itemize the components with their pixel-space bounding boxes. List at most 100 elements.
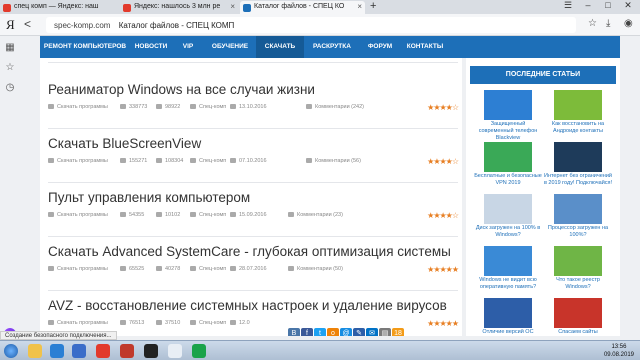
browser-tab[interactable]: спец комп — Яндекс: наш [0, 1, 118, 14]
yandex-logo-icon[interactable]: Я [6, 17, 15, 33]
history-icon[interactable]: ◷ [4, 82, 16, 94]
email-share-icon[interactable]: ✉ [366, 328, 378, 336]
article-thumbnail[interactable] [554, 194, 602, 224]
nav-item-download[interactable]: СКАЧАТЬ [256, 36, 304, 58]
article-thumbnail-caption[interactable]: Отличие версий ОС [473, 329, 543, 336]
address-bar: Я < spec-komp.com Каталог файлов - СПЕЦ … [0, 14, 640, 36]
article-thumbnail[interactable] [554, 298, 602, 328]
list-item: Скачать Advanced SystemCare - глубокая о… [48, 244, 459, 276]
odnoklassniki-share-icon[interactable]: о [327, 328, 339, 336]
pdf-icon[interactable] [120, 344, 134, 358]
article-thumbnail-caption[interactable]: Что такое реестр Windows? [543, 277, 613, 291]
share-counter: 18 [392, 328, 404, 336]
author-icon [190, 104, 196, 110]
comments-link[interactable]: Комментарии (242) [315, 104, 364, 110]
nav-item-promotion[interactable]: РАСКРУТКА [304, 36, 360, 58]
article-thumbnail-caption[interactable]: Диск загружен на 100% в Windows? [473, 225, 543, 239]
bookmarks-icon[interactable]: ☆ [4, 62, 16, 74]
livejournal-share-icon[interactable]: ✎ [353, 328, 365, 336]
minimize-icon[interactable]: – [580, 0, 596, 10]
print-share-icon[interactable]: ▤ [379, 328, 391, 336]
url-domain: spec-komp.com [54, 21, 111, 30]
rating-stars[interactable]: ★★★★★ [427, 265, 459, 274]
mailru-share-icon[interactable]: @ [340, 328, 352, 336]
folder-icon [48, 212, 54, 218]
bookmark-star-icon[interactable]: ☆ [588, 18, 597, 29]
article-title-link[interactable]: Скачать Advanced SystemCare - глубокая о… [48, 244, 458, 259]
category-link[interactable]: Скачать программы [57, 266, 108, 272]
grid-icon[interactable]: ▦ [4, 42, 16, 54]
article-title-link[interactable]: Реаниматор Windows на все случаи жизни [48, 82, 458, 97]
rating-stars[interactable]: ★★★★☆ [427, 157, 459, 166]
browser-tab[interactable]: Яндекс: нашлось 3 млн ре × [120, 1, 238, 14]
media-icon[interactable] [72, 344, 86, 358]
system-clock[interactable]: 13:56 09.08.2019 [604, 343, 634, 359]
status-bar: Создание безопасного подключения... [0, 331, 117, 340]
nav-item-news[interactable]: НОВОСТИ [130, 36, 172, 58]
comment-icon [306, 104, 312, 110]
comments-link[interactable]: Комментарии (56) [315, 158, 361, 164]
maximize-icon[interactable]: □ [600, 0, 616, 10]
article-thumbnail-caption[interactable]: Windows не видит всю оперативную память? [473, 277, 543, 291]
new-tab-button[interactable]: + [370, 0, 376, 12]
article-title-link[interactable]: Скачать BlueScreenView [48, 136, 458, 151]
article-thumbnail[interactable] [554, 142, 602, 172]
category-link[interactable]: Скачать программы [57, 158, 108, 164]
views-icon [120, 266, 126, 272]
vk-share-icon[interactable]: В [288, 328, 300, 336]
article-thumbnail[interactable] [484, 246, 532, 276]
menu-icon[interactable]: ☰ [560, 0, 576, 11]
torrent-icon[interactable] [192, 344, 206, 358]
category-link[interactable]: Скачать программы [57, 320, 108, 326]
user-icon[interactable]: ◉ [624, 18, 633, 29]
start-button-icon[interactable] [4, 344, 18, 358]
paint-icon[interactable] [168, 344, 182, 358]
author-icon [190, 320, 196, 326]
folder-icon [48, 266, 54, 272]
article-thumbnail-caption[interactable]: Спасаем сайты [543, 329, 613, 336]
nav-item-forum[interactable]: ФОРУМ [360, 36, 400, 58]
nav-item-learning[interactable]: ОБУЧЕНИЕ [204, 36, 256, 58]
article-thumbnail[interactable] [484, 194, 532, 224]
category-link[interactable]: Скачать программы [57, 104, 108, 110]
downloads-count: 37510 [165, 320, 181, 326]
nav-item-contacts[interactable]: КОНТАКТЫ [400, 36, 450, 58]
app-icon[interactable] [144, 344, 158, 358]
twitter-share-icon[interactable]: t [314, 328, 326, 336]
download-icon[interactable]: ⤓ [606, 18, 610, 29]
back-arrow-icon[interactable]: < [24, 17, 31, 31]
yandex-favicon-icon [3, 4, 11, 12]
facebook-share-icon[interactable]: f [301, 328, 313, 336]
article-thumbnail-caption[interactable]: Защищенный современный телефон Blackview [473, 121, 543, 142]
article-thumbnail-caption[interactable]: Как восстановить на Андроиде контакты [543, 121, 613, 135]
divider [48, 290, 458, 291]
article-thumbnail[interactable] [484, 142, 532, 172]
rating-stars[interactable]: ★★★★☆ [427, 103, 459, 112]
explorer-icon[interactable] [28, 344, 42, 358]
article-thumbnail[interactable] [554, 90, 602, 120]
article-thumbnail-caption[interactable]: Интернет без ограничений в 2019 году! По… [543, 173, 613, 187]
close-tab-icon[interactable]: × [230, 2, 235, 11]
article-thumbnail[interactable] [554, 246, 602, 276]
article-thumbnail[interactable] [484, 298, 532, 328]
rating-stars[interactable]: ★★★★☆ [427, 211, 459, 220]
yandex-browser-icon[interactable] [96, 344, 110, 358]
downloads-count: 40278 [165, 266, 181, 272]
rating-stars[interactable]: ★★★★★ [427, 319, 459, 328]
article-title-link[interactable]: Пульт управления компьютером [48, 190, 458, 205]
article-date: 28.07.2016 [239, 266, 267, 272]
article-title-link[interactable]: AVZ - восстановление системных настроек … [48, 298, 458, 313]
comments-link[interactable]: Комментарии (23) [297, 212, 343, 218]
article-thumbnail[interactable] [484, 90, 532, 120]
close-tab-icon[interactable]: × [357, 2, 362, 11]
browser-tab-active[interactable]: Каталог файлов - СПЕЦ КО × [240, 1, 365, 14]
nav-item-vip[interactable]: VIP [172, 36, 204, 58]
nav-item-repair[interactable]: РЕМОНТ КОМПЬЮТЕРОВ [40, 36, 130, 58]
article-thumbnail-caption[interactable]: Бесплатные и безопасные VPN 2019 [473, 173, 543, 187]
url-field[interactable]: spec-komp.com Каталог файлов - СПЕЦ КОМП [46, 17, 576, 33]
ie-icon[interactable] [50, 344, 64, 358]
category-link[interactable]: Скачать программы [57, 212, 108, 218]
comments-link[interactable]: Комментарии (50) [297, 266, 343, 272]
close-window-icon[interactable]: ✕ [620, 0, 636, 11]
article-thumbnail-caption[interactable]: Процессор загружен на 100%? [543, 225, 613, 239]
